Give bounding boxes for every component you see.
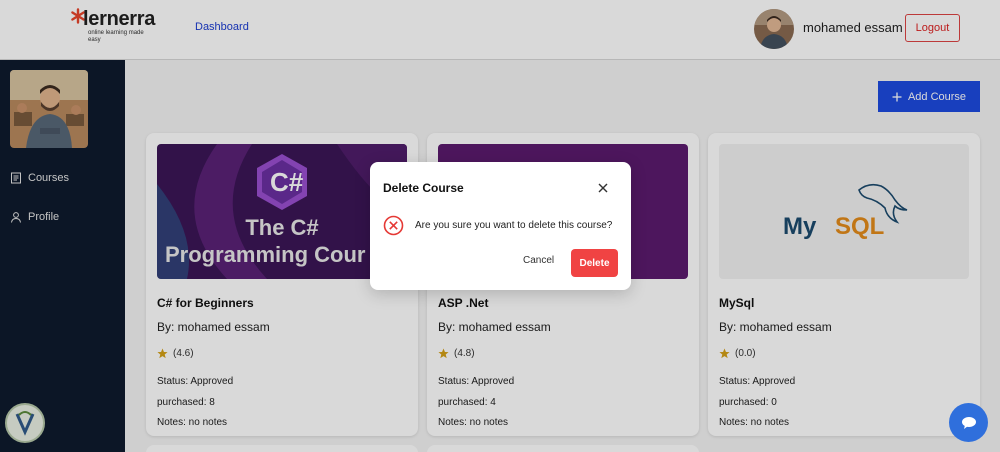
close-button[interactable] [596,181,610,195]
delete-button[interactable]: Delete [571,249,618,277]
cancel-button[interactable]: Cancel [523,255,554,266]
error-circle-icon [383,215,404,236]
close-icon [598,183,608,193]
dialog-message: Are you sure you want to delete this cou… [415,220,613,231]
dialog-title: Delete Course [383,181,464,195]
chat-button[interactable] [949,403,988,442]
chat-bubble-icon [961,416,976,429]
delete-course-dialog: Delete Course Are you sure you want to d… [370,162,631,290]
